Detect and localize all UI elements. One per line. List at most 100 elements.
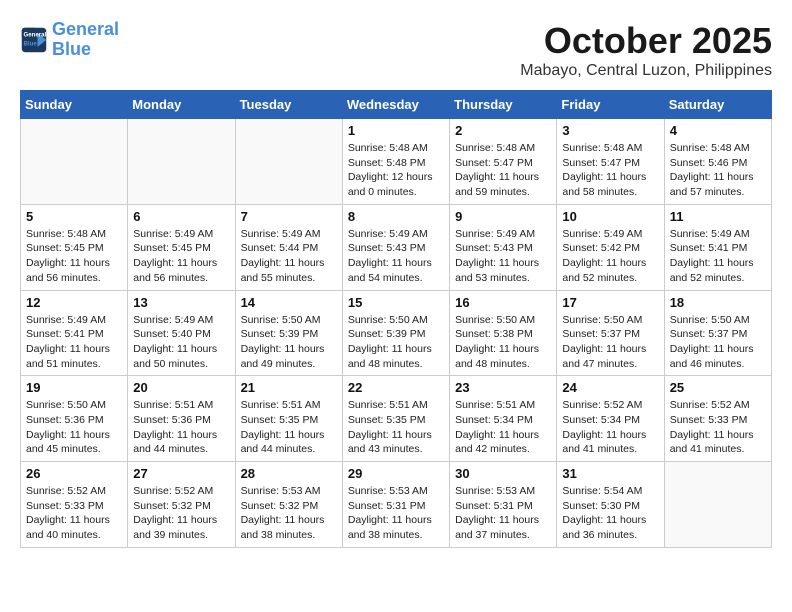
day-info: Sunrise: 5:50 AMSunset: 5:36 PMDaylight:… bbox=[26, 398, 122, 457]
calendar-cell bbox=[235, 119, 342, 205]
calendar-cell: 3Sunrise: 5:48 AMSunset: 5:47 PMDaylight… bbox=[557, 119, 664, 205]
calendar-cell: 2Sunrise: 5:48 AMSunset: 5:47 PMDaylight… bbox=[450, 119, 557, 205]
calendar-header-sunday: Sunday bbox=[21, 91, 128, 119]
day-number: 8 bbox=[348, 209, 444, 224]
calendar-cell: 20Sunrise: 5:51 AMSunset: 5:36 PMDayligh… bbox=[128, 376, 235, 462]
day-number: 30 bbox=[455, 466, 551, 481]
day-info: Sunrise: 5:50 AMSunset: 5:39 PMDaylight:… bbox=[241, 313, 337, 372]
calendar-header-wednesday: Wednesday bbox=[342, 91, 449, 119]
calendar-header-tuesday: Tuesday bbox=[235, 91, 342, 119]
day-info: Sunrise: 5:53 AMSunset: 5:31 PMDaylight:… bbox=[348, 484, 444, 543]
calendar-cell: 8 Sunrise: 5:49 AMSunset: 5:43 PMDaylight… bbox=[342, 204, 449, 290]
location-subtitle: Mabayo, Central Luzon, Philippines bbox=[520, 62, 772, 80]
calendar-cell: 14 Sunrise: 5:50 AMSunset: 5:39 PMDayligh… bbox=[235, 290, 342, 376]
day-info: Sunrise: 5:49 AMSunset: 5:43 PMDaylight:… bbox=[348, 227, 444, 286]
calendar-cell: 1 Sunrise: 5:48 AMSunset: 5:48 PMDaylight… bbox=[342, 119, 449, 205]
day-number: 6 bbox=[133, 209, 229, 224]
calendar-cell: 10 Sunrise: 5:49 AMSunset: 5:42 PMDayligh… bbox=[557, 204, 664, 290]
day-info: Sunrise: 5:52 AMSunset: 5:32 PMDaylight:… bbox=[133, 484, 229, 543]
calendar-cell: 15 Sunrise: 5:50 AMSunset: 5:39 PMDayligh… bbox=[342, 290, 449, 376]
calendar-cell: 13 Sunrise: 5:49 AMSunset: 5:40 PMDayligh… bbox=[128, 290, 235, 376]
calendar-cell: 5 Sunrise: 5:48 AMSunset: 5:45 PMDaylight… bbox=[21, 204, 128, 290]
day-info: Sunrise: 5:49 AMSunset: 5:40 PMDaylight:… bbox=[133, 313, 229, 372]
day-number: 9 bbox=[455, 209, 551, 224]
calendar-cell: 30Sunrise: 5:53 AMSunset: 5:31 PMDayligh… bbox=[450, 462, 557, 548]
day-info: Sunrise: 5:48 AMSunset: 5:46 PMDaylight:… bbox=[670, 141, 766, 200]
calendar-cell: 17 Sunrise: 5:50 AMSunset: 5:37 PMDayligh… bbox=[557, 290, 664, 376]
calendar-cell: 29 Sunrise: 5:53 AMSunset: 5:31 PMDayligh… bbox=[342, 462, 449, 548]
day-number: 14 bbox=[241, 295, 337, 310]
day-info: Sunrise: 5:49 AMSunset: 5:44 PMDaylight:… bbox=[241, 227, 337, 286]
day-info: Sunrise: 5:50 AMSunset: 5:39 PMDaylight:… bbox=[348, 313, 444, 372]
logo-icon: General Blue bbox=[20, 26, 48, 54]
day-info: Sunrise: 5:53 AMSunset: 5:32 PMDaylight:… bbox=[241, 484, 337, 543]
calendar-header-friday: Friday bbox=[557, 91, 664, 119]
day-number: 21 bbox=[241, 380, 337, 395]
day-number: 25 bbox=[670, 380, 766, 395]
day-info: Sunrise: 5:51 AMSunset: 5:35 PMDaylight:… bbox=[348, 398, 444, 457]
calendar-header-saturday: Saturday bbox=[664, 91, 771, 119]
week-row-1: 1 Sunrise: 5:48 AMSunset: 5:48 PMDaylight… bbox=[21, 119, 772, 205]
day-number: 23 bbox=[455, 380, 551, 395]
day-info: Sunrise: 5:49 AMSunset: 5:42 PMDaylight:… bbox=[562, 227, 658, 286]
day-number: 4 bbox=[670, 123, 766, 138]
day-number: 17 bbox=[562, 295, 658, 310]
week-row-3: 12Sunrise: 5:49 AMSunset: 5:41 PMDayligh… bbox=[21, 290, 772, 376]
week-row-4: 19 Sunrise: 5:50 AMSunset: 5:36 PMDayligh… bbox=[21, 376, 772, 462]
logo: General Blue General Blue bbox=[20, 20, 119, 60]
day-number: 1 bbox=[348, 123, 444, 138]
calendar-cell: 6 Sunrise: 5:49 AMSunset: 5:45 PMDaylight… bbox=[128, 204, 235, 290]
day-number: 10 bbox=[562, 209, 658, 224]
day-info: Sunrise: 5:48 AMSunset: 5:48 PMDaylight:… bbox=[348, 141, 444, 200]
day-number: 15 bbox=[348, 295, 444, 310]
day-number: 19 bbox=[26, 380, 122, 395]
calendar-cell: 12Sunrise: 5:49 AMSunset: 5:41 PMDayligh… bbox=[21, 290, 128, 376]
calendar-cell: 23Sunrise: 5:51 AMSunset: 5:34 PMDayligh… bbox=[450, 376, 557, 462]
logo-text: General Blue bbox=[52, 20, 119, 60]
calendar-cell: 19 Sunrise: 5:50 AMSunset: 5:36 PMDayligh… bbox=[21, 376, 128, 462]
day-number: 26 bbox=[26, 466, 122, 481]
calendar-cell: 27 Sunrise: 5:52 AMSunset: 5:32 PMDayligh… bbox=[128, 462, 235, 548]
calendar-header-row: SundayMondayTuesdayWednesdayThursdayFrid… bbox=[21, 91, 772, 119]
svg-text:Blue: Blue bbox=[24, 40, 38, 47]
day-info: Sunrise: 5:49 AMSunset: 5:41 PMDaylight:… bbox=[26, 313, 122, 372]
day-number: 27 bbox=[133, 466, 229, 481]
calendar-cell: 18Sunrise: 5:50 AMSunset: 5:37 PMDayligh… bbox=[664, 290, 771, 376]
day-info: Sunrise: 5:48 AMSunset: 5:45 PMDaylight:… bbox=[26, 227, 122, 286]
day-number: 5 bbox=[26, 209, 122, 224]
day-number: 28 bbox=[241, 466, 337, 481]
day-info: Sunrise: 5:49 AMSunset: 5:41 PMDaylight:… bbox=[670, 227, 766, 286]
day-number: 16 bbox=[455, 295, 551, 310]
calendar-cell: 7 Sunrise: 5:49 AMSunset: 5:44 PMDaylight… bbox=[235, 204, 342, 290]
page-header: General Blue General Blue October 2025 M… bbox=[20, 20, 772, 80]
day-number: 7 bbox=[241, 209, 337, 224]
calendar-header-monday: Monday bbox=[128, 91, 235, 119]
svg-text:General: General bbox=[24, 31, 47, 38]
day-info: Sunrise: 5:52 AMSunset: 5:33 PMDaylight:… bbox=[670, 398, 766, 457]
day-info: Sunrise: 5:48 AMSunset: 5:47 PMDaylight:… bbox=[562, 141, 658, 200]
calendar-cell bbox=[128, 119, 235, 205]
calendar-cell: 4 Sunrise: 5:48 AMSunset: 5:46 PMDaylight… bbox=[664, 119, 771, 205]
week-row-2: 5 Sunrise: 5:48 AMSunset: 5:45 PMDaylight… bbox=[21, 204, 772, 290]
calendar-table: SundayMondayTuesdayWednesdayThursdayFrid… bbox=[20, 90, 772, 548]
day-number: 31 bbox=[562, 466, 658, 481]
day-number: 2 bbox=[455, 123, 551, 138]
calendar-cell: 9 Sunrise: 5:49 AMSunset: 5:43 PMDaylight… bbox=[450, 204, 557, 290]
month-title: October 2025 bbox=[520, 20, 772, 62]
day-info: Sunrise: 5:54 AMSunset: 5:30 PMDaylight:… bbox=[562, 484, 658, 543]
day-info: Sunrise: 5:50 AMSunset: 5:37 PMDaylight:… bbox=[670, 313, 766, 372]
day-info: Sunrise: 5:50 AMSunset: 5:38 PMDaylight:… bbox=[455, 313, 551, 372]
day-number: 22 bbox=[348, 380, 444, 395]
calendar-cell: 24 Sunrise: 5:52 AMSunset: 5:34 PMDayligh… bbox=[557, 376, 664, 462]
day-info: Sunrise: 5:52 AMSunset: 5:34 PMDaylight:… bbox=[562, 398, 658, 457]
calendar-cell: 28 Sunrise: 5:53 AMSunset: 5:32 PMDayligh… bbox=[235, 462, 342, 548]
day-number: 24 bbox=[562, 380, 658, 395]
day-number: 13 bbox=[133, 295, 229, 310]
calendar-cell: 25 Sunrise: 5:52 AMSunset: 5:33 PMDayligh… bbox=[664, 376, 771, 462]
day-number: 29 bbox=[348, 466, 444, 481]
day-info: Sunrise: 5:49 AMSunset: 5:45 PMDaylight:… bbox=[133, 227, 229, 286]
day-info: Sunrise: 5:52 AMSunset: 5:33 PMDaylight:… bbox=[26, 484, 122, 543]
day-info: Sunrise: 5:50 AMSunset: 5:37 PMDaylight:… bbox=[562, 313, 658, 372]
day-info: Sunrise: 5:51 AMSunset: 5:36 PMDaylight:… bbox=[133, 398, 229, 457]
day-info: Sunrise: 5:49 AMSunset: 5:43 PMDaylight:… bbox=[455, 227, 551, 286]
